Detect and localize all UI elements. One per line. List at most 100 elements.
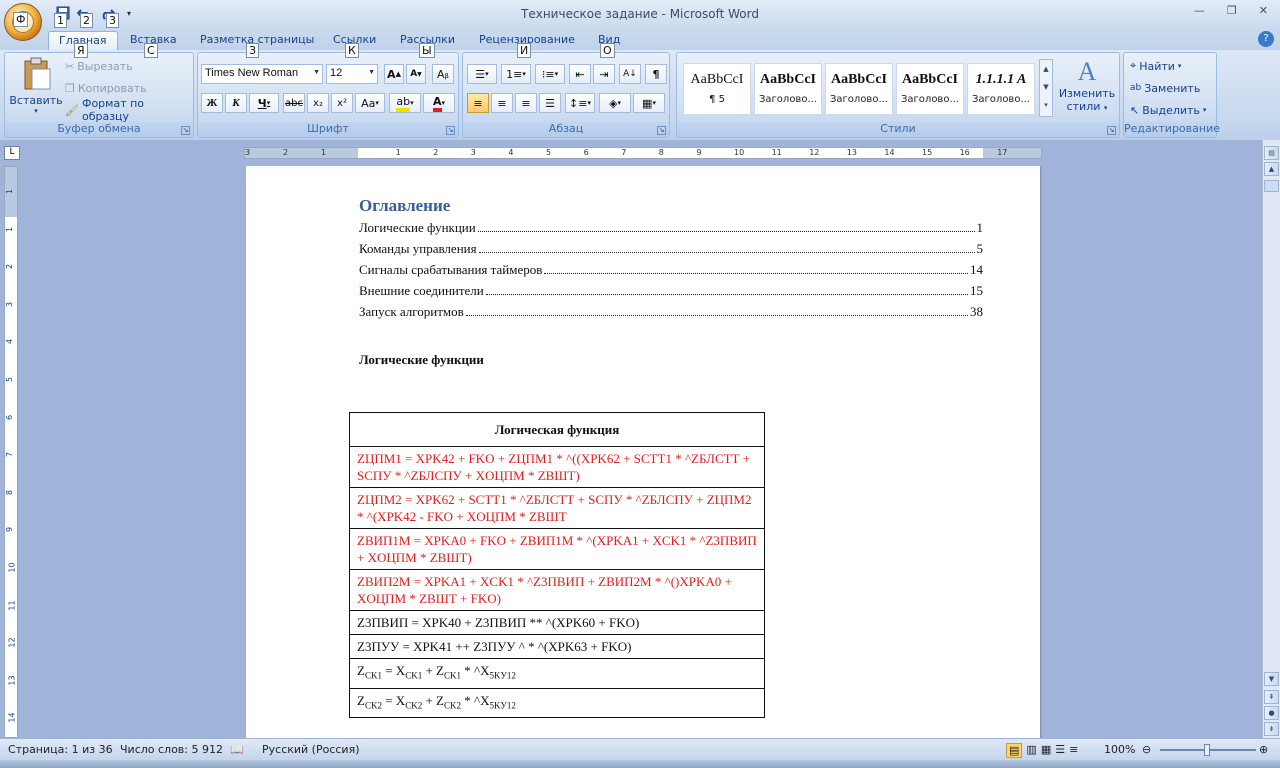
toc-entry[interactable]: Сигналы срабатывания таймеров 14: [359, 260, 983, 278]
paragraph-launcher-icon[interactable]: ↘: [657, 126, 666, 135]
align-right-button[interactable]: ≡: [515, 93, 537, 113]
spellcheck-icon[interactable]: 📖: [230, 743, 244, 756]
browse-object-icon[interactable]: ●: [1264, 706, 1279, 720]
web-layout-icon[interactable]: ▦: [1041, 743, 1051, 758]
table-cell[interactable]: Z3ПBИП = XPK40 + Z3ПBИП ** ^(XPK60 + FKO…: [349, 610, 765, 635]
horizontal-ruler[interactable]: 3 2 1 1 2 3 4 5 6 7 8 9 10 11 12 13 14 15 16 17: [244, 147, 1042, 159]
ruler-tick-label: 16: [959, 148, 970, 157]
view-buttons: ▤ ▥ ▦ ☰ ≡: [1006, 743, 1078, 758]
ruler-tick-label: 9: [696, 148, 702, 157]
format-painter-button[interactable]: 🖌 Формат по образцу: [65, 97, 193, 123]
font-launcher-icon[interactable]: ↘: [446, 126, 455, 135]
zoom-in-icon[interactable]: ⊕: [1259, 743, 1268, 756]
styles-scroll[interactable]: ▲ ▼ ▾: [1039, 59, 1053, 117]
style-name: Заголово...: [972, 94, 1030, 105]
toc-entry[interactable]: Внешние соединители 15: [359, 281, 983, 299]
print-layout-icon[interactable]: ▤: [1006, 743, 1023, 758]
table-cell[interactable]: ZBИП2M = XPKA1 + XCK1 * ^Z3ПBИП + ZBИП2M…: [349, 569, 765, 611]
multilevel-list-button[interactable]: ⁝≡ ▾: [535, 64, 565, 84]
shrink-font-button[interactable]: A ▼: [406, 64, 426, 84]
style-tile-5[interactable]: 1.1.1.1 A Заголово...: [967, 63, 1035, 115]
italic-button[interactable]: К: [225, 93, 247, 113]
copy-button[interactable]: ❐ Копировать: [65, 78, 147, 98]
sort-button[interactable]: A↓: [619, 64, 641, 84]
ruler-toggle-icon[interactable]: ▤: [1264, 146, 1279, 160]
shading-button[interactable]: ◈ ▾: [599, 93, 631, 113]
table-cell[interactable]: ZЦПМ1 = XPK42 + FKO + ZЦПМ1 * ^((XPK62 +…: [349, 446, 765, 488]
superscript-button[interactable]: x²: [331, 93, 353, 113]
zoom-level[interactable]: 100%: [1104, 743, 1135, 756]
numbering-button[interactable]: 1≡ ▾: [501, 64, 531, 84]
bullets-button[interactable]: ☰ ▾: [467, 64, 497, 84]
language-indicator[interactable]: Русский (Россия): [262, 743, 360, 756]
style-tile-2[interactable]: AaBbCcI Заголово...: [754, 63, 822, 115]
increase-indent-button[interactable]: ⇥: [593, 64, 615, 84]
select-button[interactable]: ↖ Выделить ▾: [1130, 100, 1206, 120]
toc-entry[interactable]: Запуск алгоритмов 38: [359, 302, 983, 320]
style-tile-3[interactable]: AaBbCcI Заголово...: [825, 63, 893, 115]
decrease-indent-button[interactable]: ⇤: [569, 64, 591, 84]
table-cell[interactable]: ZЦПМ2 = XPK62 + SCTT1 * ^ZБЛСТТ + SCПУ *…: [349, 487, 765, 529]
formula-part: * ^X: [461, 663, 490, 678]
bold-button[interactable]: Ж: [201, 93, 223, 113]
subscript-button[interactable]: x₂: [307, 93, 329, 113]
table-cell[interactable]: ZCK1 = XCK1 + ZCK1 * ^X5KУ12: [349, 658, 765, 689]
align-center-button[interactable]: ≡: [491, 93, 513, 113]
replace-button[interactable]: ab Заменить: [1130, 78, 1200, 98]
style-tile-4[interactable]: AaBbCcI Заголово...: [896, 63, 964, 115]
scroll-down-icon[interactable]: ▼: [1264, 672, 1279, 686]
font-size-combo[interactable]: 12 ▼: [326, 64, 378, 84]
toc-entry[interactable]: Логические функции 1: [359, 218, 983, 236]
next-page-icon[interactable]: ⇟: [1264, 722, 1279, 736]
grow-font-button[interactable]: A ▲: [384, 64, 404, 84]
close-icon[interactable]: ✕: [1259, 4, 1268, 17]
clipboard-launcher-icon[interactable]: ↘: [181, 126, 190, 135]
outline-icon[interactable]: ☰: [1055, 743, 1065, 758]
toc-entry-text: Сигналы срабатывания таймеров: [359, 262, 543, 277]
borders-button[interactable]: ▦ ▾: [633, 93, 665, 113]
vertical-ruler[interactable]: 1123456789101112131415: [4, 166, 18, 738]
scroll-up-icon[interactable]: ▲: [1264, 162, 1279, 176]
document-page[interactable]: Оглавление Логические функции 1 Команды уп…: [246, 166, 1040, 738]
change-case-button[interactable]: Aa ▾: [355, 93, 385, 113]
ruler-tick-label: 3: [5, 301, 15, 307]
keytip-tab-view: О: [600, 43, 615, 58]
table-cell[interactable]: Z3ПУУ = XPK41 ++ Z3ПУУ ^ * ^(XPK63 + FKO…: [349, 634, 765, 659]
prev-page-icon[interactable]: ⇞: [1264, 690, 1279, 704]
minimize-icon[interactable]: —: [1194, 4, 1205, 17]
justify-button[interactable]: ☰: [539, 93, 561, 113]
draft-icon[interactable]: ≡: [1069, 743, 1078, 758]
full-screen-reading-icon[interactable]: ▥: [1026, 743, 1036, 758]
replace-icon: ab: [1130, 83, 1142, 93]
style-preview: AaBbCcI: [830, 72, 887, 87]
underline-button[interactable]: Ч ▾: [249, 93, 279, 113]
word-count[interactable]: Число слов: 5 912: [120, 743, 223, 756]
show-marks-button[interactable]: ¶: [645, 64, 667, 84]
scroll-thumb[interactable]: [1264, 180, 1279, 192]
font-name-combo[interactable]: Times New Roman ▼: [201, 64, 323, 84]
cut-button[interactable]: ✂ Вырезать: [65, 56, 133, 76]
clear-formatting-button[interactable]: Aᵦ: [432, 64, 454, 84]
page-indicator[interactable]: Страница: 1 из 36: [8, 743, 113, 756]
zoom-out-icon[interactable]: ⊖: [1142, 743, 1151, 756]
paste-button[interactable]: Вставить ▾: [9, 55, 63, 119]
zoom-slider[interactable]: [1160, 744, 1256, 756]
styles-launcher-icon[interactable]: ↘: [1107, 126, 1116, 135]
toc-entry[interactable]: Команды управления 5: [359, 239, 983, 257]
table-cell[interactable]: ZCK2 = XCK2 + ZCK2 * ^X5KУ12: [349, 687, 765, 719]
font-color-button[interactable]: A ▾: [423, 93, 455, 113]
change-styles-button[interactable]: A Изменить стили ▾: [1057, 57, 1117, 113]
tab-selector-icon[interactable]: L: [4, 146, 20, 160]
table-cell[interactable]: ZBИП1M = XPKA0 + FKO + ZBИП1M * ^(XPKA1 …: [349, 528, 765, 570]
style-tile-1[interactable]: AaBbCcI ¶ 5: [683, 63, 751, 115]
ruler-tick-label: 1: [321, 148, 327, 157]
customize-qat-icon[interactable]: ▾: [120, 4, 138, 22]
help-icon[interactable]: ?: [1258, 31, 1274, 47]
line-spacing-button[interactable]: ↕≡ ▾: [565, 93, 595, 113]
strikethrough-button[interactable]: abc: [283, 93, 305, 113]
vertical-scrollbar[interactable]: ▤ ▲ ▼ ⇞ ● ⇟: [1262, 140, 1280, 740]
restore-icon[interactable]: ❐: [1227, 4, 1237, 17]
highlight-button[interactable]: ab ▾: [389, 93, 421, 113]
align-left-button[interactable]: ≡: [467, 93, 489, 113]
find-button[interactable]: ⌖ Найти ▾: [1130, 56, 1181, 76]
